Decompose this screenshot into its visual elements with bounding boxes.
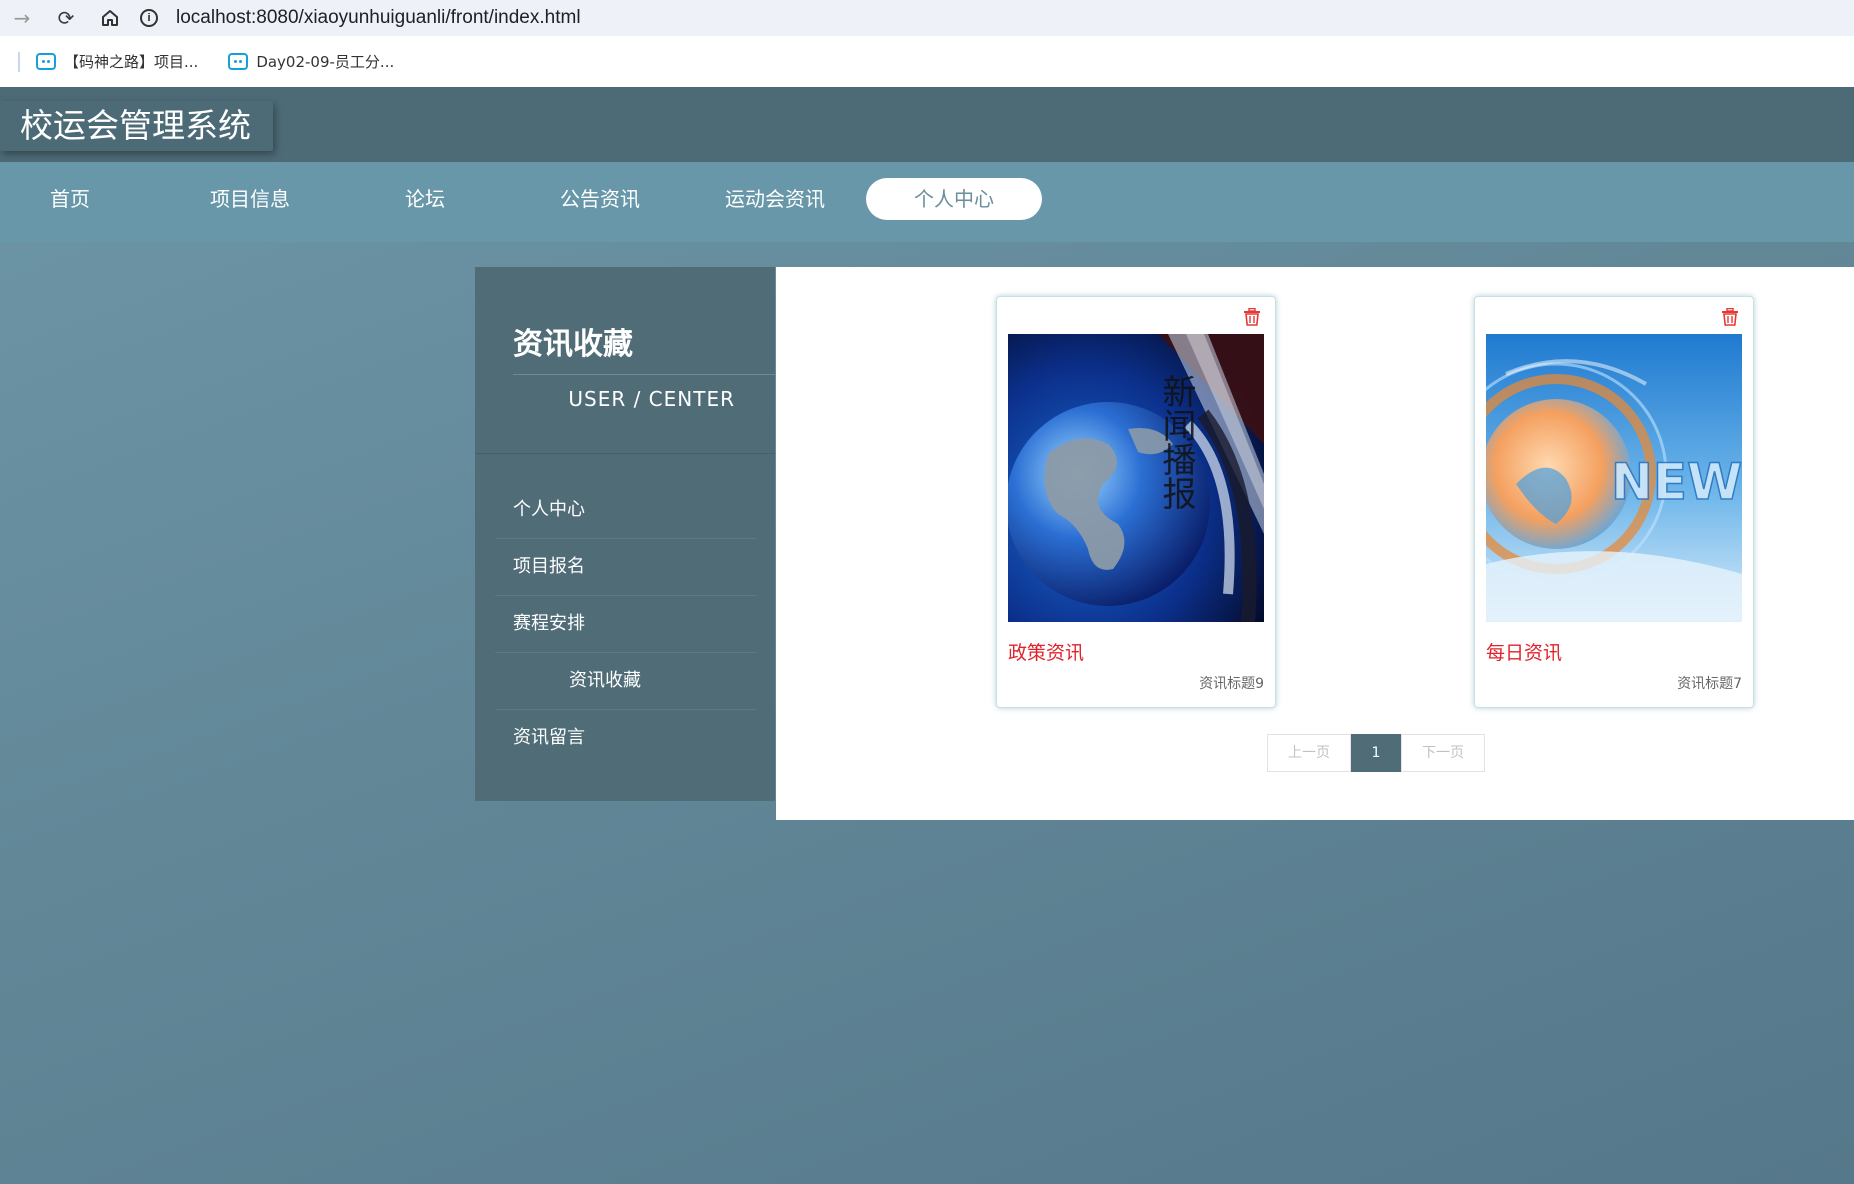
card-subtitle: 资讯标题7 (1677, 676, 1742, 692)
bilibili-icon (228, 53, 249, 70)
globe-news-broadcast-image[interactable]: 新闻播报 (1008, 334, 1264, 622)
nav-forum[interactable]: 论坛 (375, 178, 475, 220)
sidebar-divider (475, 453, 775, 454)
nav-project-info[interactable]: 项目信息 (190, 178, 310, 220)
page: 校运会管理系统 首页 项目信息 论坛 公告资讯 运动会资讯 个人中心 资讯收藏 … (0, 87, 1854, 1184)
card-title[interactable]: 每日资讯 (1486, 638, 1562, 665)
address-bar[interactable]: i localhost:8080/xiaoyunhuiguanli/front/… (140, 0, 1854, 36)
sidebar-item-project-signup[interactable]: 项目报名 (495, 539, 757, 596)
bookmark-item[interactable]: Day02-09-员工分... (228, 51, 394, 72)
browser-toolbar: → ⟳ i localhost:8080/xiaoyunhuiguanli/fr… (0, 0, 1854, 36)
reload-icon[interactable]: ⟳ (44, 0, 88, 36)
bookmark-item[interactable]: 【码神之路】项目... (36, 51, 198, 72)
site-info-icon[interactable]: i (140, 9, 158, 27)
site-header: 校运会管理系统 (0, 87, 1854, 162)
forward-icon[interactable]: → (0, 0, 44, 36)
sidebar-item-news-comments[interactable]: 资讯留言 (495, 710, 757, 766)
favorite-card[interactable]: 新闻播报 政策资讯 资讯标题9 (996, 296, 1276, 708)
favorites-content: 新闻播报 政策资讯 资讯标题9 NEW 每日资讯 资讯标题7 上一页 1 下一页 (776, 267, 1854, 820)
sidebar-title: 资讯收藏 (513, 327, 633, 362)
nav-home[interactable]: 首页 (20, 178, 120, 220)
favorite-card[interactable]: NEWS 每日资讯 资讯标题7 (1474, 296, 1754, 708)
bookmark-label: Day02-09-员工分... (256, 53, 395, 71)
nav-personal-center[interactable]: 个人中心 (866, 178, 1042, 220)
sidebar-item-label: 个人中心 (513, 499, 585, 520)
card-image-caption: 新闻播报 (1156, 374, 1196, 510)
delete-trash-icon[interactable] (1243, 308, 1261, 326)
next-page-button[interactable]: 下一页 (1401, 734, 1485, 772)
bookmarks-bar: 【码神之路】项目... Day02-09-员工分... (0, 36, 1854, 87)
main-nav: 首页 项目信息 论坛 公告资讯 运动会资讯 个人中心 (0, 162, 1854, 242)
sidebar-item-news-favorites[interactable]: 资讯收藏 (495, 653, 757, 710)
prev-page-button[interactable]: 上一页 (1267, 734, 1351, 772)
pagination: 上一页 1 下一页 (1267, 734, 1485, 772)
sidebar-item-label: 项目报名 (513, 556, 585, 577)
bookmarks-separator (18, 51, 20, 72)
sidebar-item-label: 资讯收藏 (569, 670, 641, 691)
bilibili-icon (36, 53, 56, 70)
home-icon[interactable] (88, 0, 132, 36)
card-title[interactable]: 政策资讯 (1008, 638, 1084, 665)
bookmark-label: 【码神之路】项目... (64, 53, 199, 71)
url-text: localhost:8080/xiaoyunhuiguanli/front/in… (176, 7, 581, 28)
nav-announcements[interactable]: 公告资讯 (540, 178, 660, 220)
sidebar-subtitle: USER / CENTER (568, 387, 735, 411)
user-sidebar: 资讯收藏 USER / CENTER 个人中心 项目报名 赛程安排 资讯收藏 资… (475, 267, 775, 801)
sidebar-item-schedule[interactable]: 赛程安排 (495, 596, 757, 653)
sidebar-title-divider (513, 374, 775, 375)
sidebar-item-label: 赛程安排 (513, 613, 585, 634)
sidebar-item-personal-center[interactable]: 个人中心 (495, 482, 757, 539)
delete-trash-icon[interactable] (1721, 308, 1739, 326)
nav-sports-news[interactable]: 运动会资讯 (710, 178, 840, 220)
site-title: 校运会管理系统 (0, 101, 273, 151)
sidebar-item-label: 资讯留言 (513, 727, 585, 748)
globe-news-banner-image[interactable]: NEWS (1486, 334, 1742, 622)
card-subtitle: 资讯标题9 (1199, 676, 1264, 692)
card-image-caption: NEWS (1611, 453, 1742, 511)
current-page-button[interactable]: 1 (1351, 734, 1401, 772)
